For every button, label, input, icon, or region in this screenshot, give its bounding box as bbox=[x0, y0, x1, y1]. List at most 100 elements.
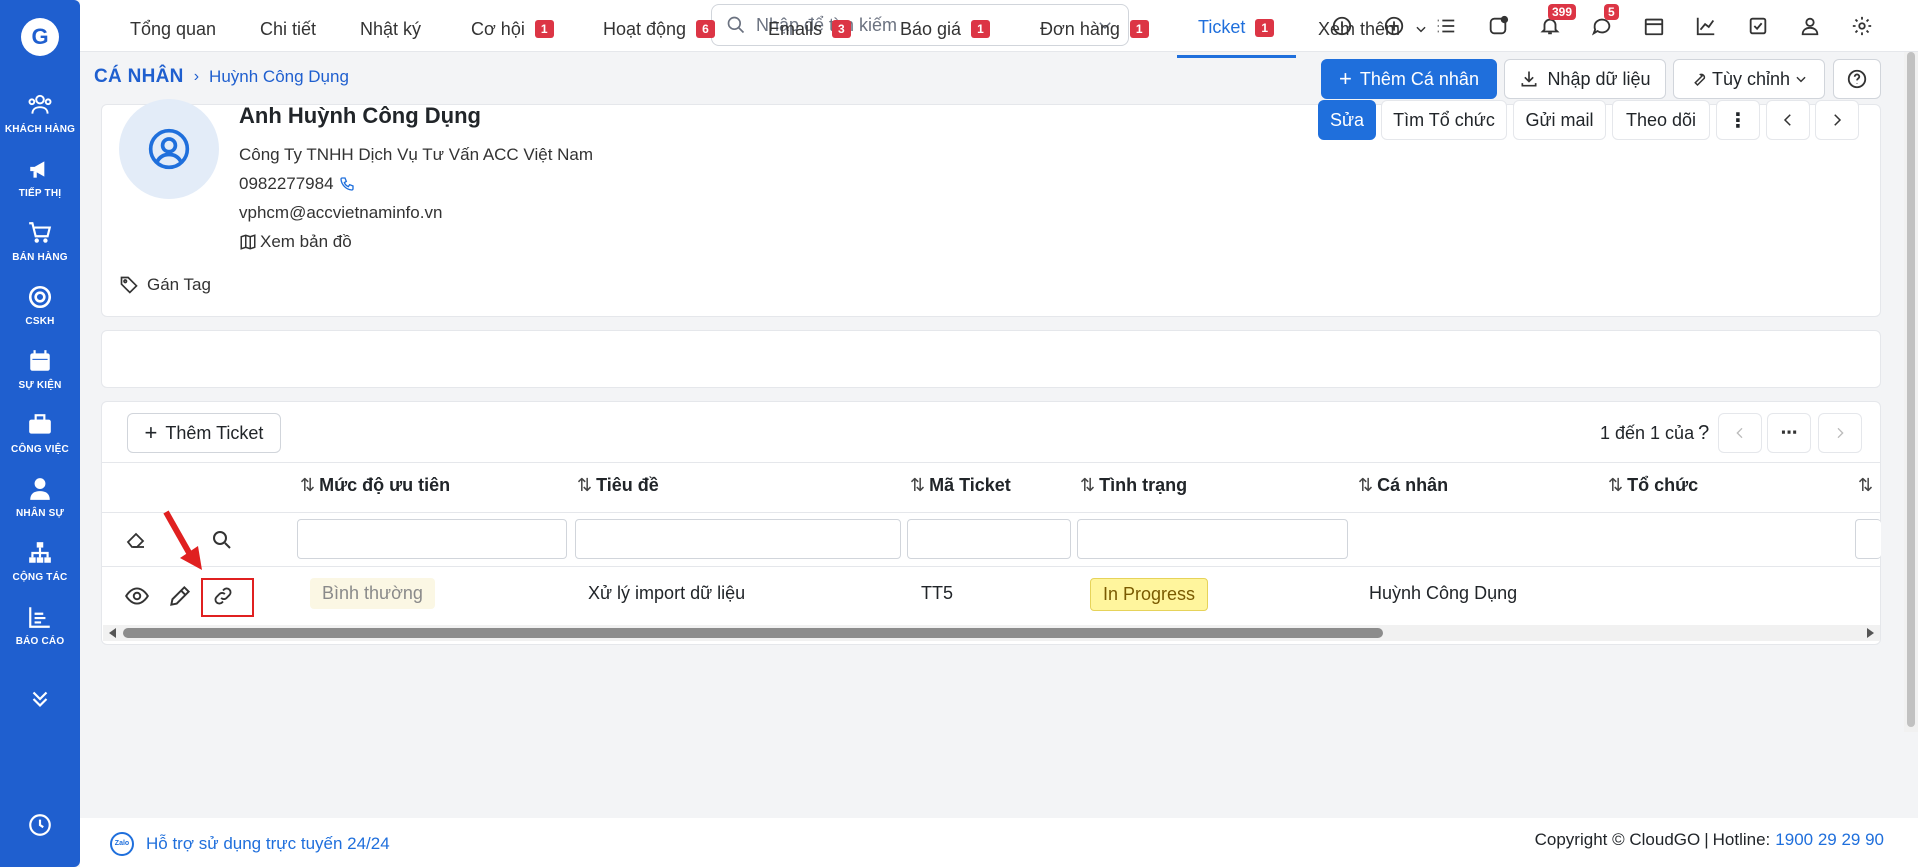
sidebar-item-collab[interactable]: CỘNG TÁC bbox=[0, 540, 80, 583]
help-button[interactable] bbox=[1833, 59, 1881, 99]
profile-email[interactable]: vphcm@accvietnaminfo.vn bbox=[239, 203, 442, 223]
sidebar-item-reports[interactable]: BÁO CÁO bbox=[0, 604, 80, 647]
tab-orders[interactable]: Đơn hàng 1 bbox=[1040, 0, 1149, 58]
sidebar-item-cskh[interactable]: CSKH bbox=[0, 284, 80, 327]
highlight-box bbox=[201, 578, 254, 617]
find-org-button[interactable]: Tìm Tổ chức bbox=[1381, 100, 1507, 140]
sidebar-item-marketing[interactable]: TIẾP THỊ bbox=[0, 156, 80, 199]
wrench-icon bbox=[1694, 73, 1706, 87]
tag-icon bbox=[120, 276, 138, 294]
support-link[interactable]: Zalo Hỗ trợ sử dụng trực tuyến 24/24 bbox=[110, 832, 390, 856]
pager-total[interactable]: ? bbox=[1698, 422, 1709, 444]
col-priority[interactable]: ⇅ Mức độ ưu tiên bbox=[300, 475, 450, 496]
tab-quotes[interactable]: Báo giá 1 bbox=[900, 0, 990, 58]
col-person[interactable]: ⇅ Cá nhân bbox=[1358, 475, 1448, 496]
sidebar-history[interactable] bbox=[0, 812, 80, 844]
tab-label: Nhật ký bbox=[360, 18, 422, 39]
search-icon[interactable] bbox=[210, 528, 234, 552]
vertical-scrollbar[interactable] bbox=[1904, 52, 1918, 732]
status-badge: In Progress bbox=[1090, 578, 1209, 611]
status-button[interactable] bbox=[1472, 0, 1524, 52]
tab-overview[interactable]: Tổng quan bbox=[130, 0, 216, 58]
person-cell[interactable]: Huỳnh Công Dụng bbox=[1369, 583, 1517, 604]
zalo-icon: Zalo bbox=[110, 832, 134, 856]
tab-log[interactable]: Nhật ký bbox=[360, 0, 421, 58]
tab-activities[interactable]: Hoạt động 6 bbox=[603, 0, 715, 58]
report-icon bbox=[29, 607, 50, 628]
user-circle-icon bbox=[148, 128, 190, 170]
prev-page-button[interactable] bbox=[1718, 413, 1762, 453]
next-record-button[interactable] bbox=[1815, 100, 1859, 140]
next-page-button[interactable] bbox=[1818, 413, 1862, 453]
tab-count: 3 bbox=[832, 20, 851, 38]
analytics-button[interactable] bbox=[1680, 0, 1732, 52]
eraser-icon[interactable] bbox=[124, 528, 148, 552]
horizontal-scrollbar[interactable] bbox=[103, 625, 1880, 641]
col-org[interactable]: ⇅ Tổ chức bbox=[1608, 475, 1698, 496]
tab-label: Emails bbox=[768, 18, 823, 39]
sidebar-item-sales[interactable]: BÁN HÀNG bbox=[0, 220, 80, 263]
footer-right: Copyright © CloudGO | Hotline: 1900 29 2… bbox=[1535, 830, 1884, 850]
page-options-button[interactable]: ⋯ bbox=[1767, 413, 1811, 453]
more-actions-button[interactable]: ⋮ bbox=[1716, 100, 1760, 140]
add-person-button[interactable]: + Thêm Cá nhân bbox=[1321, 59, 1497, 99]
pencil-icon[interactable] bbox=[167, 583, 193, 609]
footer: Zalo Hỗ trợ sử dụng trực tuyến 24/24 Cop… bbox=[80, 818, 1918, 867]
app-logo[interactable]: G bbox=[21, 18, 59, 56]
col-label: Tiêu đề bbox=[596, 475, 659, 495]
tag-button[interactable]: Gán Tag bbox=[119, 275, 211, 295]
breadcrumb-root[interactable]: CÁ NHÂN bbox=[94, 66, 184, 88]
edit-button[interactable]: Sửa bbox=[1318, 100, 1376, 140]
filter-title-input[interactable] bbox=[575, 519, 901, 559]
phone-icon[interactable] bbox=[339, 176, 355, 192]
add-ticket-button[interactable]: + Thêm Ticket bbox=[127, 413, 281, 453]
tab-count: 6 bbox=[696, 20, 715, 38]
ellipsis-icon: ⋯ bbox=[1780, 423, 1798, 442]
calendar-icon bbox=[30, 350, 50, 371]
messages-button[interactable]: 5 bbox=[1576, 0, 1628, 52]
hotline-number[interactable]: 1900 29 29 90 bbox=[1775, 830, 1884, 850]
filter-extra-input[interactable] bbox=[1855, 519, 1881, 559]
filter-code-input[interactable] bbox=[907, 519, 1071, 559]
tab-emails[interactable]: Emails 3 bbox=[768, 0, 851, 58]
sidebar-item-tasks[interactable]: CÔNG VIỆC bbox=[0, 412, 80, 455]
sidebar-item-label: CÔNG VIỆC bbox=[11, 444, 69, 455]
col-title[interactable]: ⇅ Tiêu đề bbox=[577, 475, 659, 496]
sidebar-item-customers[interactable]: KHÁCH HÀNG bbox=[0, 92, 80, 135]
tab-ticket[interactable]: Ticket 1 bbox=[1177, 0, 1296, 58]
col-code[interactable]: ⇅ Mã Ticket bbox=[910, 475, 1011, 496]
breadcrumb: CÁ NHÂN › Huỳnh Công Dụng bbox=[94, 66, 349, 88]
sidebar-item-events[interactable]: SỰ KIỆN bbox=[0, 348, 80, 391]
map-link[interactable]: Xem bản đồ bbox=[239, 232, 352, 252]
profile-company[interactable]: Công Ty TNHH Dịch Vụ Tư Vấn ACC Việt Nam bbox=[239, 145, 593, 165]
tab-details[interactable]: Chi tiết bbox=[260, 0, 316, 58]
eye-icon[interactable] bbox=[124, 583, 150, 609]
sort-icon: ⇅ bbox=[1358, 475, 1374, 495]
tab-more[interactable]: Xem thêm bbox=[1318, 0, 1428, 58]
profile-button[interactable] bbox=[1784, 0, 1836, 52]
breadcrumb-current[interactable]: Huỳnh Công Dụng bbox=[209, 67, 349, 87]
follow-button[interactable]: Theo dõi bbox=[1612, 100, 1710, 140]
sidebar-expand[interactable] bbox=[0, 686, 80, 718]
tasks-button[interactable] bbox=[1732, 0, 1784, 52]
sidebar-item-hr[interactable]: NHÂN SỰ bbox=[0, 476, 80, 519]
prev-record-button[interactable] bbox=[1766, 100, 1810, 140]
filter-status-input[interactable] bbox=[1077, 519, 1348, 559]
filter-priority-input[interactable] bbox=[297, 519, 567, 559]
ticket-title-cell[interactable]: Xử lý import dữ liệu bbox=[588, 583, 745, 604]
col-more-sort[interactable]: ⇅ bbox=[1858, 475, 1877, 496]
tab-label: Xem thêm bbox=[1318, 18, 1401, 39]
scrollbar-thumb[interactable] bbox=[1907, 52, 1915, 727]
col-label: Tình trạng bbox=[1099, 475, 1188, 495]
profile-phone[interactable]: 0982277984 bbox=[239, 174, 355, 194]
import-button[interactable]: Nhập dữ liệu bbox=[1504, 59, 1666, 99]
customize-button[interactable]: Tùy chỉnh bbox=[1673, 59, 1825, 99]
notifications-button[interactable]: 399 bbox=[1524, 0, 1577, 52]
send-mail-button[interactable]: Gửi mail bbox=[1513, 100, 1606, 140]
calendar-button[interactable] bbox=[1628, 0, 1680, 52]
settings-button[interactable] bbox=[1836, 0, 1888, 52]
tab-opportunities[interactable]: Cơ hội 1 bbox=[471, 0, 554, 58]
lifebuoy-icon bbox=[28, 285, 52, 309]
sort-icon: ⇅ bbox=[910, 475, 926, 495]
col-status[interactable]: ⇅ Tình trạng bbox=[1080, 475, 1187, 496]
